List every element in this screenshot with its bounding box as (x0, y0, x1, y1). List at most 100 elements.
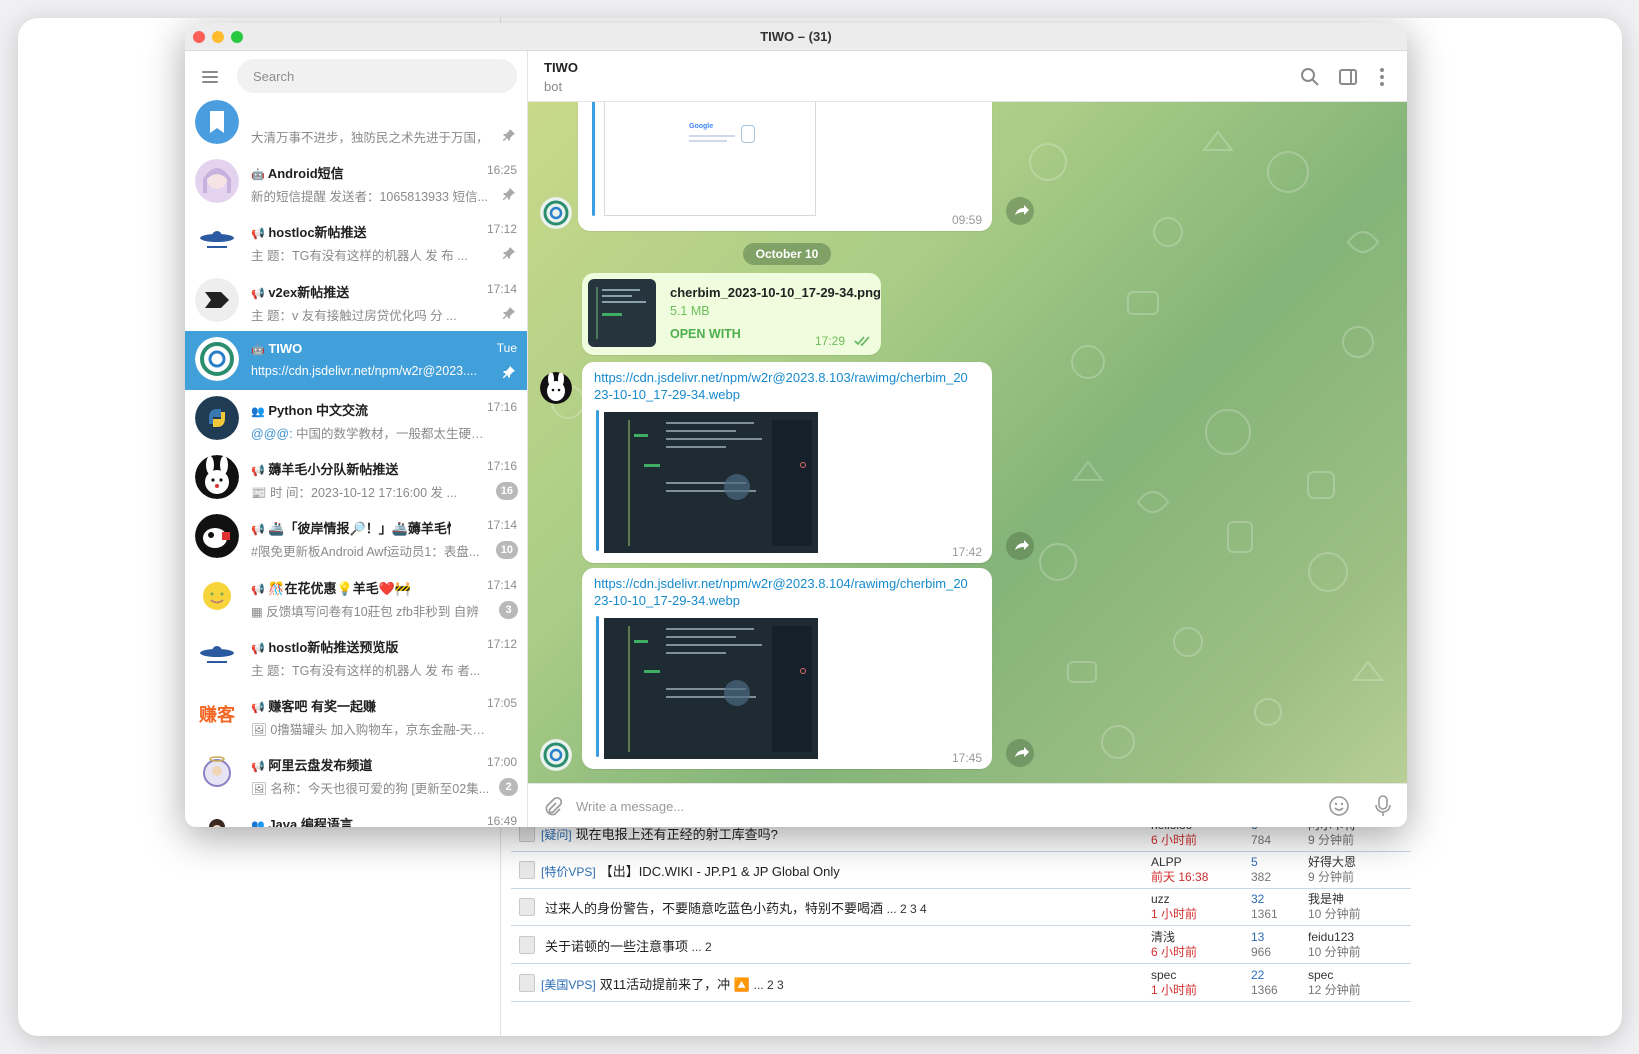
link-text-line2[interactable]: 23-10-10_17-29-34.webp (594, 592, 740, 609)
forum-thread-row[interactable]: [特价VPS] 【出】IDC.WIKI - JP.P1 & JP Global O… (511, 851, 1411, 889)
thread-author[interactable]: ALPP (1151, 855, 1182, 869)
chat-list-item[interactable]: 📢 🚢「彼岸情报🔎！」🚢薅羊毛情... 17:14 #限免更新板Android Aw… (185, 508, 527, 567)
link-text-line2[interactable]: 23-10-10_17-29-34.webp (594, 386, 740, 403)
chat-list-item[interactable]: 📢 v2ex新帖推送 17:14 主 题：v 友有接触过房贷优化吗 分 ... (185, 272, 527, 331)
chat-list-item[interactable]: 📢 hostlo新帖推送预览版 17:12 主 题：TG有没有这样的机器人 发 布 … (185, 627, 527, 686)
forward-button[interactable] (1006, 532, 1034, 560)
channel-icon: 📢 (251, 228, 265, 241)
search-icon[interactable] (1298, 65, 1322, 89)
thread-title[interactable]: 关于诺顿的一些注意事项 ... 2 (541, 936, 712, 955)
thread-author[interactable]: uzz (1151, 892, 1170, 906)
chat-list-item[interactable]: 🤖 Android短信 16:25 新的短信提醒 发送者：1065813933 短信… (185, 153, 527, 212)
screenshot-preview-image[interactable] (604, 412, 818, 553)
chat-name: 🤖 Android短信 (251, 166, 344, 182)
chat-time: 17:14 (486, 518, 517, 533)
chat-name: 📢 🎊在花优惠💡羊毛❤️🚧 (251, 580, 412, 596)
screenshot-preview-image[interactable] (604, 618, 818, 759)
unread-badge: 2 (499, 778, 518, 797)
forum-thread-row[interactable]: 过来人的身份警告，不要随意吃蓝色小药丸，特别不要喝酒 ... 2 3 4 uzz 1… (511, 888, 1411, 926)
thread-title-text[interactable]: 关于诺顿的一些注意事项 (545, 939, 688, 954)
thread-tag[interactable]: [美国VPS] (541, 978, 596, 992)
forward-button[interactable] (1006, 197, 1034, 225)
chat-name: 📢 阿里云盘发布频道 (251, 758, 373, 774)
thread-author[interactable]: 清浅 (1151, 930, 1175, 944)
chat-name: 📢 v2ex新帖推送 (251, 284, 350, 300)
search-input[interactable] (237, 59, 517, 93)
thread-title[interactable]: [特价VPS] 【出】IDC.WIKI - JP.P1 & JP Global O… (541, 861, 840, 880)
webpage-preview-image[interactable]: Google (604, 102, 816, 216)
link-message-bubble[interactable]: https://cdn.jsdelivr.net/npm/w2r@2023.8.… (582, 568, 992, 769)
bookmark-icon (195, 100, 239, 144)
sun-avatar (195, 573, 239, 618)
thread-last-time: 10 分钟前 (1308, 907, 1361, 921)
chat-list-item[interactable]: 🤖 TIWO Tue https://cdn.jsdelivr.net/npm/w2… (185, 330, 527, 390)
thread-author-time: 6 小时前 (1151, 945, 1198, 959)
more-options-icon[interactable] (1370, 65, 1394, 89)
thread-title-text[interactable]: 双11活动提前来了，冲 🔼 (600, 977, 750, 992)
group-icon: 👥 (251, 820, 265, 827)
bot-avatar[interactable] (540, 739, 572, 771)
chat-list-item[interactable]: 大清万事不进步，独防民之术先进于万国， (185, 99, 527, 153)
message-input[interactable] (576, 794, 1276, 818)
chat-list-item[interactable]: 📢 薅羊毛小分队新帖推送 17:16 📰 时 间：2023-10-12 17:16:… (185, 449, 527, 508)
thread-title-text[interactable]: 过来人的身份警告，不要随意吃蓝色小药丸，特别不要喝酒 (545, 901, 883, 916)
thread-last-poster[interactable]: feidu123 (1308, 930, 1354, 944)
thread-last-poster[interactable]: 好得大恩 (1308, 855, 1356, 869)
zoom-window-button[interactable] (231, 31, 243, 43)
chat-list-item[interactable]: 📢 🎊在花优惠💡羊毛❤️🚧 17:14 ▦ 反馈填写问卷有10莊包 zfb非秒到 自… (185, 568, 527, 627)
minimize-window-button[interactable] (212, 31, 224, 43)
open-with-button[interactable]: OPEN WITH (670, 327, 741, 341)
thread-title[interactable]: [美国VPS] 双11活动提前来了，冲 🔼 ... 2 3 (541, 974, 784, 993)
thread-views: 1361 (1251, 907, 1278, 921)
double-check-icon (854, 336, 870, 347)
chat-title[interactable]: TIWO (544, 60, 578, 75)
attach-icon[interactable] (542, 796, 562, 816)
chat-list-item[interactable]: 📢 阿里云盘发布频道 17:00 🖼 名称：今天也很可爱的狗 [更新至02集... 2 (185, 745, 527, 804)
chat-list-item[interactable]: 👥 Java 编程语言 16:49 (185, 804, 527, 827)
thread-title[interactable]: 过来人的身份警告，不要随意吃蓝色小药丸，特别不要喝酒 ... 2 3 4 (541, 898, 927, 917)
chat-time: 16:25 (486, 163, 517, 178)
chat-list-item[interactable]: 赚客 📢 赚客吧 有奖一起赚 17:05 🖼 0撸猫罐头 加入购物车，京东金融-天天红… (185, 686, 527, 745)
thread-replies[interactable]: 32 (1251, 892, 1264, 906)
forward-button[interactable] (1006, 739, 1034, 767)
thread-tag[interactable]: [疑问] (541, 828, 572, 842)
link-message-bubble[interactable]: https://cdn.jsdelivr.net/npm/w2r@2023.8.… (582, 362, 992, 563)
thread-replies[interactable]: 13 (1251, 930, 1264, 944)
thread-pages[interactable]: ... 2 (692, 940, 712, 954)
file-message-bubble[interactable]: cherbim_2023-10-10_17-29-34.png 5.1 MB O… (582, 273, 881, 355)
link-text-line1[interactable]: https://cdn.jsdelivr.net/npm/w2r@2023.8.… (594, 575, 968, 592)
thread-views: 1366 (1251, 983, 1278, 997)
bot-avatar[interactable] (540, 197, 572, 229)
pin-icon (503, 188, 515, 201)
chat-time: 17:12 (486, 222, 517, 237)
chat-list-item[interactable]: 👥 Python 中文交流 17:16 @@@: 中国的数学教材，一般都太生硬，不便… (185, 390, 527, 449)
message-composer (528, 783, 1407, 827)
channel-icon: 📢 (251, 761, 265, 774)
forum-thread-row[interactable]: [美国VPS] 双11活动提前来了，冲 🔼 ... 2 3 spec 1 小时前 22 1… (511, 964, 1411, 1002)
link-text-line1[interactable]: https://cdn.jsdelivr.net/npm/w2r@2023.8.… (594, 369, 968, 386)
chat-list-item[interactable]: 📢 hostloc新帖推送 17:12 主 题：TG有没有这样的机器人 发 布 ..… (185, 212, 527, 271)
file-thumbnail[interactable] (588, 279, 656, 347)
thread-last-poster[interactable]: 我是神 (1308, 892, 1344, 906)
thread-pages[interactable]: ... 2 3 (754, 978, 784, 992)
thread-author[interactable]: spec (1151, 968, 1176, 982)
sender-avatar[interactable] (540, 372, 572, 404)
thread-title-text[interactable]: 现在电报上还有正经的射工库查吗? (576, 827, 778, 842)
chat-preview: ▦ 反馈填写问卷有10莊包 zfb非秒到 自辨 (251, 604, 479, 619)
microphone-icon[interactable] (1372, 794, 1394, 818)
sidebar-toggle-icon[interactable] (1336, 65, 1360, 89)
chat-preview: 主 题：TG有没有这样的机器人 发 布 ... (251, 249, 468, 264)
thread-pages[interactable]: ... 2 3 4 (887, 902, 927, 916)
forum-thread-row[interactable]: 关于诺顿的一些注意事项 ... 2 清浅 6 小时前 13 966 feidu123 10 … (511, 926, 1411, 964)
thread-replies[interactable]: 22 (1251, 968, 1264, 982)
hamburger-menu-icon[interactable] (199, 67, 223, 87)
thread-title-text[interactable]: 【出】IDC.WIKI - JP.P1 & JP Global Only (600, 864, 840, 879)
thread-last-poster[interactable]: spec (1308, 968, 1333, 982)
close-window-button[interactable] (193, 31, 205, 43)
thread-replies[interactable]: 5 (1251, 855, 1258, 869)
emoji-icon[interactable] (1328, 795, 1350, 817)
thread-tag[interactable]: [特价VPS] (541, 865, 596, 879)
bot-icon: 🤖 (251, 343, 265, 356)
chat-time: 17:16 (486, 400, 517, 414)
message-bubble-image[interactable]: Google 09:59 (578, 102, 992, 231)
